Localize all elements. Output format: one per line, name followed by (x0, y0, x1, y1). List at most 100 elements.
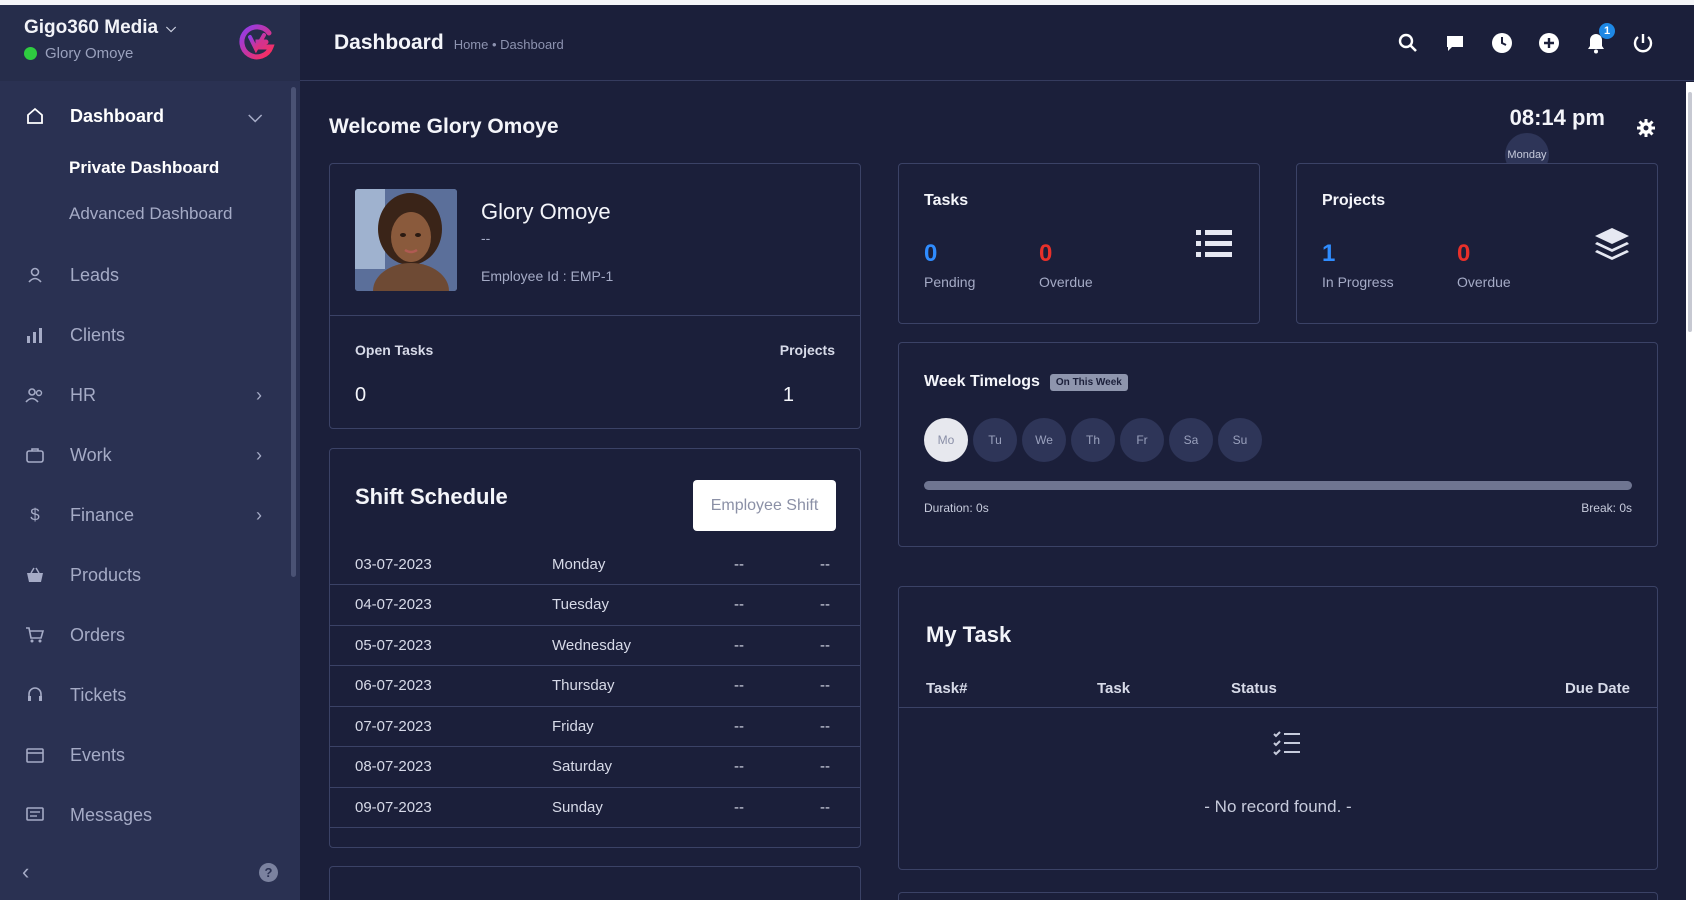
timelogs-title: Week Timelogs On This Week (924, 373, 1128, 391)
column-header-task[interactable]: Task (1097, 680, 1130, 697)
user-icon (24, 264, 46, 286)
sidebar-item-label: Work (70, 444, 112, 465)
add-circle-icon[interactable] (1537, 31, 1560, 54)
column-header-status[interactable]: Status (1231, 680, 1277, 697)
tasks-overdue-count[interactable]: 0 (1039, 240, 1052, 268)
sidebar-item-work[interactable]: Work › (0, 425, 290, 485)
day-tuesday[interactable]: Tu (973, 418, 1017, 462)
sidebar-item-label: Products (70, 564, 142, 585)
sidebar-item-messages[interactable]: Messages (0, 785, 290, 845)
help-icon[interactable]: ? (259, 862, 278, 882)
table-row: 03-07-2023 Monday -- -- (330, 545, 860, 585)
sidebar-item-tickets[interactable]: Tickets (0, 665, 290, 725)
sidebar-item-hr[interactable]: HR › (0, 365, 290, 425)
shift-date: 09-07-2023 (355, 798, 432, 816)
sidebar-item-label: Finance (70, 504, 135, 525)
shift-day: Saturday (552, 758, 613, 775)
projects-in-progress-count[interactable]: 1 (1322, 240, 1335, 268)
shift-value: -- (820, 636, 830, 654)
sidebar-item-finance[interactable]: $ Finance › (0, 485, 290, 545)
chevron-down-icon: ⌵ (248, 105, 262, 126)
sidebar-item-clients[interactable]: Clients (0, 305, 290, 365)
day-saturday[interactable]: Sa (1169, 418, 1213, 462)
clock-icon[interactable] (1490, 31, 1513, 54)
gear-icon[interactable] (1635, 117, 1657, 139)
message-icon (24, 804, 46, 826)
company-name: Gigo360 Media (24, 17, 159, 38)
power-icon[interactable] (1631, 31, 1654, 54)
chevron-down-icon: ⌵ (166, 20, 176, 35)
header-actions: 1 (1396, 23, 1654, 54)
projects-in-progress-label: In Progress (1322, 274, 1394, 290)
timelogs-badge: On This Week (1049, 373, 1128, 391)
table-row: 07-07-2023 Friday -- -- (330, 707, 860, 747)
sidebar-scrollbar[interactable] (291, 87, 296, 577)
chat-icon[interactable] (1443, 31, 1466, 54)
profile-name[interactable]: Glory Omoye (481, 199, 611, 225)
sidebar-brand[interactable]: Gigo360 Media ⌵ Glory Omoye (0, 5, 300, 81)
tasks-overdue-label: Overdue (1039, 274, 1093, 290)
search-icon[interactable] (1396, 31, 1419, 54)
table-row: 08-07-2023 Saturday -- -- (330, 747, 860, 788)
people-icon (24, 384, 46, 406)
tasks-pending-count[interactable]: 0 (924, 240, 937, 268)
timelog-break: Break: 0s (1581, 501, 1632, 515)
day-friday[interactable]: Fr (1120, 418, 1164, 462)
chevron-right-icon: › (256, 504, 262, 525)
shift-day: Tuesday (552, 596, 609, 613)
sidebar-item-leads[interactable]: Leads (0, 245, 290, 305)
profile-designation: -- (481, 230, 491, 246)
clock-time: 08:14 pm (1509, 105, 1605, 130)
basket-icon (24, 564, 46, 586)
brand-logo-icon[interactable] (236, 23, 276, 63)
day-monday[interactable]: Mo (924, 418, 968, 462)
tasks-title: Tasks (924, 192, 969, 209)
page-scrollbar[interactable] (1686, 82, 1694, 900)
day-wednesday[interactable]: We (1022, 418, 1066, 462)
employee-shift-button[interactable]: Employee Shift (693, 480, 836, 531)
shift-day: Wednesday (552, 636, 631, 654)
projects-overdue-count[interactable]: 0 (1457, 240, 1470, 268)
sidebar-item-orders[interactable]: Orders (0, 605, 290, 665)
sidebar-item-label: Orders (70, 624, 126, 645)
column-header-due-date[interactable]: Due Date (1565, 680, 1630, 697)
week-timelogs-card: Week Timelogs On This Week Mo Tu We Th F… (898, 342, 1658, 547)
welcome-heading: Welcome Glory Omoye (329, 115, 559, 138)
avatar (355, 189, 457, 291)
notification-badge: 1 (1599, 23, 1615, 39)
breadcrumb[interactable]: Home • Dashboard (454, 37, 564, 52)
sidebar-subitem-private-dashboard[interactable]: Private Dashboard (0, 145, 290, 191)
sidebar-item-label: Tickets (70, 684, 127, 705)
open-tasks-count[interactable]: 0 (355, 384, 366, 407)
table-row: 09-07-2023 Sunday -- -- (330, 788, 860, 828)
shift-day: Sunday (552, 798, 603, 816)
tasks-pending-label: Pending (924, 274, 976, 290)
no-records-message: - No record found. - (1204, 797, 1352, 816)
column-header-task-number[interactable]: Task# (926, 680, 967, 697)
scrollbar-thumb[interactable] (1688, 92, 1692, 332)
shift-value: -- (820, 717, 830, 735)
top-header: Dashboard Home • Dashboard 1 (300, 5, 1694, 81)
dollar-icon: $ (30, 505, 40, 524)
cart-icon (24, 624, 46, 646)
sidebar-item-label: Events (70, 744, 126, 765)
briefcase-icon (24, 444, 46, 466)
sidebar-item-events[interactable]: Events (0, 725, 290, 785)
collapse-sidebar-icon[interactable]: ‹ (22, 859, 29, 885)
table-row: 04-07-2023 Tuesday -- -- (330, 585, 860, 626)
timelog-progress-bar (924, 481, 1632, 490)
sidebar-item-dashboard[interactable]: Dashboard ⌵ (0, 87, 290, 145)
bell-icon[interactable]: 1 (1584, 23, 1615, 54)
sidebar-subitem-advanced-dashboard[interactable]: Advanced Dashboard (0, 191, 290, 237)
shift-date: 05-07-2023 (355, 636, 432, 654)
day-thursday[interactable]: Th (1071, 418, 1115, 462)
sidebar-item-label: HR (70, 384, 96, 405)
headset-icon (24, 684, 46, 706)
shift-value: -- (734, 556, 744, 573)
weekday-selector: Mo Tu We Th Fr Sa Su (924, 418, 1262, 462)
shift-value: -- (734, 798, 744, 816)
open-tasks-label: Open Tasks (355, 342, 434, 358)
sidebar-item-products[interactable]: Products (0, 545, 290, 605)
projects-count[interactable]: 1 (783, 384, 794, 407)
day-sunday[interactable]: Su (1218, 418, 1262, 462)
